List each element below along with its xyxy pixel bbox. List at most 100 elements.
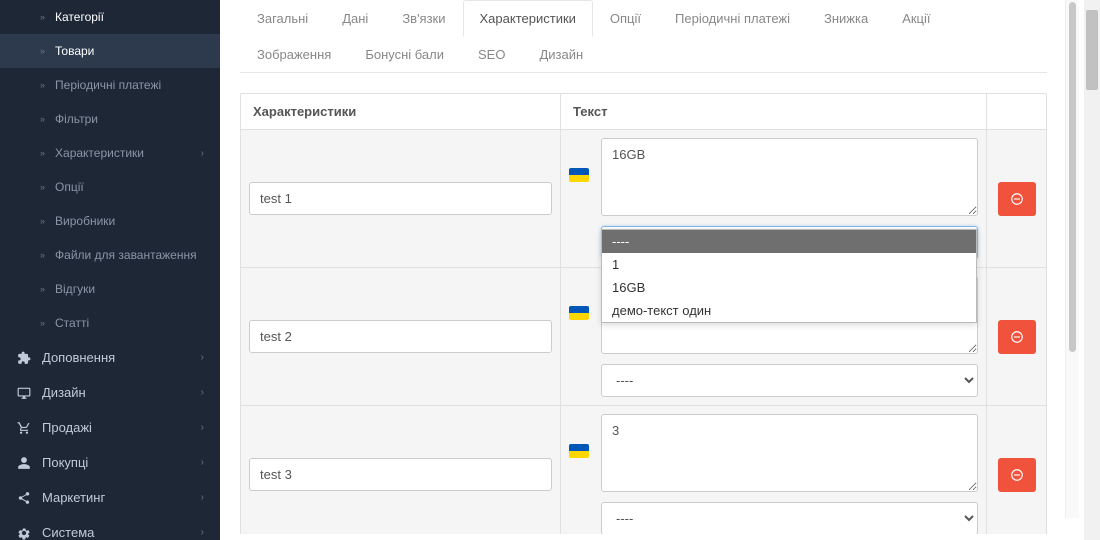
tab-11[interactable]: Дизайн <box>522 36 600 73</box>
chevron-right-icon: › <box>201 527 204 538</box>
monitor-icon <box>16 386 32 400</box>
chevron-right-icon: » <box>40 80 45 90</box>
flag-ua-icon <box>569 306 589 320</box>
sidebar-item-7[interactable]: » Файли для завантаження <box>0 238 220 272</box>
sidebar-item-15[interactable]: Система› <box>0 515 220 540</box>
chevron-right-icon: › <box>201 387 204 398</box>
sidebar-item-4[interactable]: » Характеристики› <box>0 136 220 170</box>
sidebar-item-label: Статті <box>55 316 204 330</box>
tab-4[interactable]: Опції <box>593 0 658 37</box>
remove-button[interactable] <box>998 182 1036 216</box>
sidebar-item-12[interactable]: Продажі› <box>0 410 220 445</box>
dropdown-list: ----116GBдемо-текст один <box>601 229 977 323</box>
flag-ua-icon <box>569 444 589 458</box>
chevron-right-icon: » <box>40 46 45 56</box>
sidebar-item-label: Опції <box>55 180 204 194</box>
puzzle-icon <box>16 351 32 365</box>
chevron-right-icon: » <box>40 182 45 192</box>
chevron-right-icon: › <box>201 422 204 433</box>
remove-button[interactable] <box>998 458 1036 492</box>
chevron-right-icon: › <box>201 352 204 363</box>
sidebar-item-3[interactable]: » Фільтри <box>0 102 220 136</box>
sidebar: » Категорії » Товари » Періодичні платежі » Філ… <box>0 0 220 540</box>
chevron-right-icon: » <box>40 148 45 158</box>
sidebar-item-5[interactable]: » Опції <box>0 170 220 204</box>
sidebar-item-label: Покупці <box>42 455 201 470</box>
sidebar-item-6[interactable]: » Виробники <box>0 204 220 238</box>
attribute-input[interactable] <box>249 182 552 215</box>
text-textarea[interactable] <box>601 414 978 492</box>
horizontal-scrollbar[interactable] <box>220 534 1084 540</box>
table-header: Характеристики Текст <box>241 94 1046 130</box>
sidebar-item-2[interactable]: » Періодичні платежі <box>0 68 220 102</box>
cart-icon <box>16 421 32 435</box>
sidebar-item-10[interactable]: Доповнення› <box>0 340 220 375</box>
sidebar-item-label: Продажі <box>42 420 201 435</box>
attribute-input[interactable] <box>249 458 552 491</box>
sidebar-item-0[interactable]: » Категорії <box>0 0 220 34</box>
text-select[interactable]: ---- <box>601 502 978 535</box>
sidebar-item-label: Товари <box>55 44 204 58</box>
tab-9[interactable]: Бонусні бали <box>348 36 461 73</box>
sidebar-item-1[interactable]: » Товари <box>0 34 220 68</box>
header-text: Текст <box>561 94 986 129</box>
sidebar-item-label: Доповнення <box>42 350 201 365</box>
dropdown-option[interactable]: ---- <box>602 230 976 253</box>
chevron-right-icon: » <box>40 216 45 226</box>
sidebar-item-label: Періодичні платежі <box>55 78 204 92</box>
chevron-right-icon: » <box>40 114 45 124</box>
sidebar-item-label: Категорії <box>55 10 204 24</box>
tab-10[interactable]: SEO <box>461 36 522 73</box>
sidebar-item-label: Маркетинг <box>42 490 201 505</box>
chevron-right-icon: › <box>201 492 204 503</box>
dropdown-option[interactable]: 1 <box>602 253 976 276</box>
tab-0[interactable]: Загальні <box>240 0 325 37</box>
header-attribute: Характеристики <box>241 94 561 129</box>
sidebar-item-13[interactable]: Покупці› <box>0 445 220 480</box>
text-select[interactable]: ---- <box>601 364 978 397</box>
attribute-input[interactable] <box>249 320 552 353</box>
tab-5[interactable]: Періодичні платежі <box>658 0 807 37</box>
sidebar-item-label: Фільтри <box>55 112 204 126</box>
sidebar-item-label: Дизайн <box>42 385 201 400</box>
sidebar-item-label: Характеристики <box>55 146 201 160</box>
tab-1[interactable]: Дані <box>325 0 385 37</box>
sidebar-item-8[interactable]: » Відгуки <box>0 272 220 306</box>
sidebar-item-label: Файли для завантаження <box>55 248 204 262</box>
dropdown-option[interactable]: демо-текст один <box>602 299 976 322</box>
sidebar-item-label: Виробники <box>55 214 204 228</box>
attributes-table: Характеристики Текст --------116GBдемо-т… <box>240 93 1047 540</box>
share-icon <box>16 491 32 505</box>
sidebar-item-14[interactable]: Маркетинг› <box>0 480 220 515</box>
sidebar-item-9[interactable]: » Статті <box>0 306 220 340</box>
chevron-right-icon: › <box>201 148 204 159</box>
text-textarea[interactable] <box>601 138 978 216</box>
minus-circle-icon <box>1010 192 1024 206</box>
table-row: --------116GBдемо-текст один <box>241 130 1046 268</box>
header-actions <box>986 94 1046 129</box>
dropdown-option[interactable]: 16GB <box>602 276 976 299</box>
tab-2[interactable]: Зв'язки <box>385 0 462 37</box>
inner-scrollbar[interactable] <box>1065 0 1079 518</box>
remove-button[interactable] <box>998 320 1036 354</box>
chevron-right-icon: » <box>40 250 45 260</box>
gear-icon <box>16 526 32 540</box>
user-icon <box>16 456 32 470</box>
chevron-right-icon: » <box>40 284 45 294</box>
main-content: ЗагальніДаніЗв'язкиХарактеристикиОпціїПе… <box>220 0 1100 540</box>
sidebar-item-11[interactable]: Дизайн› <box>0 375 220 410</box>
sidebar-item-label: Відгуки <box>55 282 204 296</box>
flag-ua-icon <box>569 168 589 182</box>
tab-7[interactable]: Акції <box>885 0 947 37</box>
chevron-right-icon: › <box>201 457 204 468</box>
tab-6[interactable]: Знижка <box>807 0 885 37</box>
table-row: ---- <box>241 406 1046 540</box>
tab-8[interactable]: Зображення <box>240 36 348 73</box>
outer-scrollbar[interactable] <box>1084 0 1100 540</box>
chevron-right-icon: » <box>40 318 45 328</box>
minus-circle-icon <box>1010 330 1024 344</box>
chevron-right-icon: » <box>40 12 45 22</box>
minus-circle-icon <box>1010 468 1024 482</box>
tabs: ЗагальніДаніЗв'язкиХарактеристикиОпціїПе… <box>240 0 1047 73</box>
tab-3[interactable]: Характеристики <box>463 0 593 37</box>
